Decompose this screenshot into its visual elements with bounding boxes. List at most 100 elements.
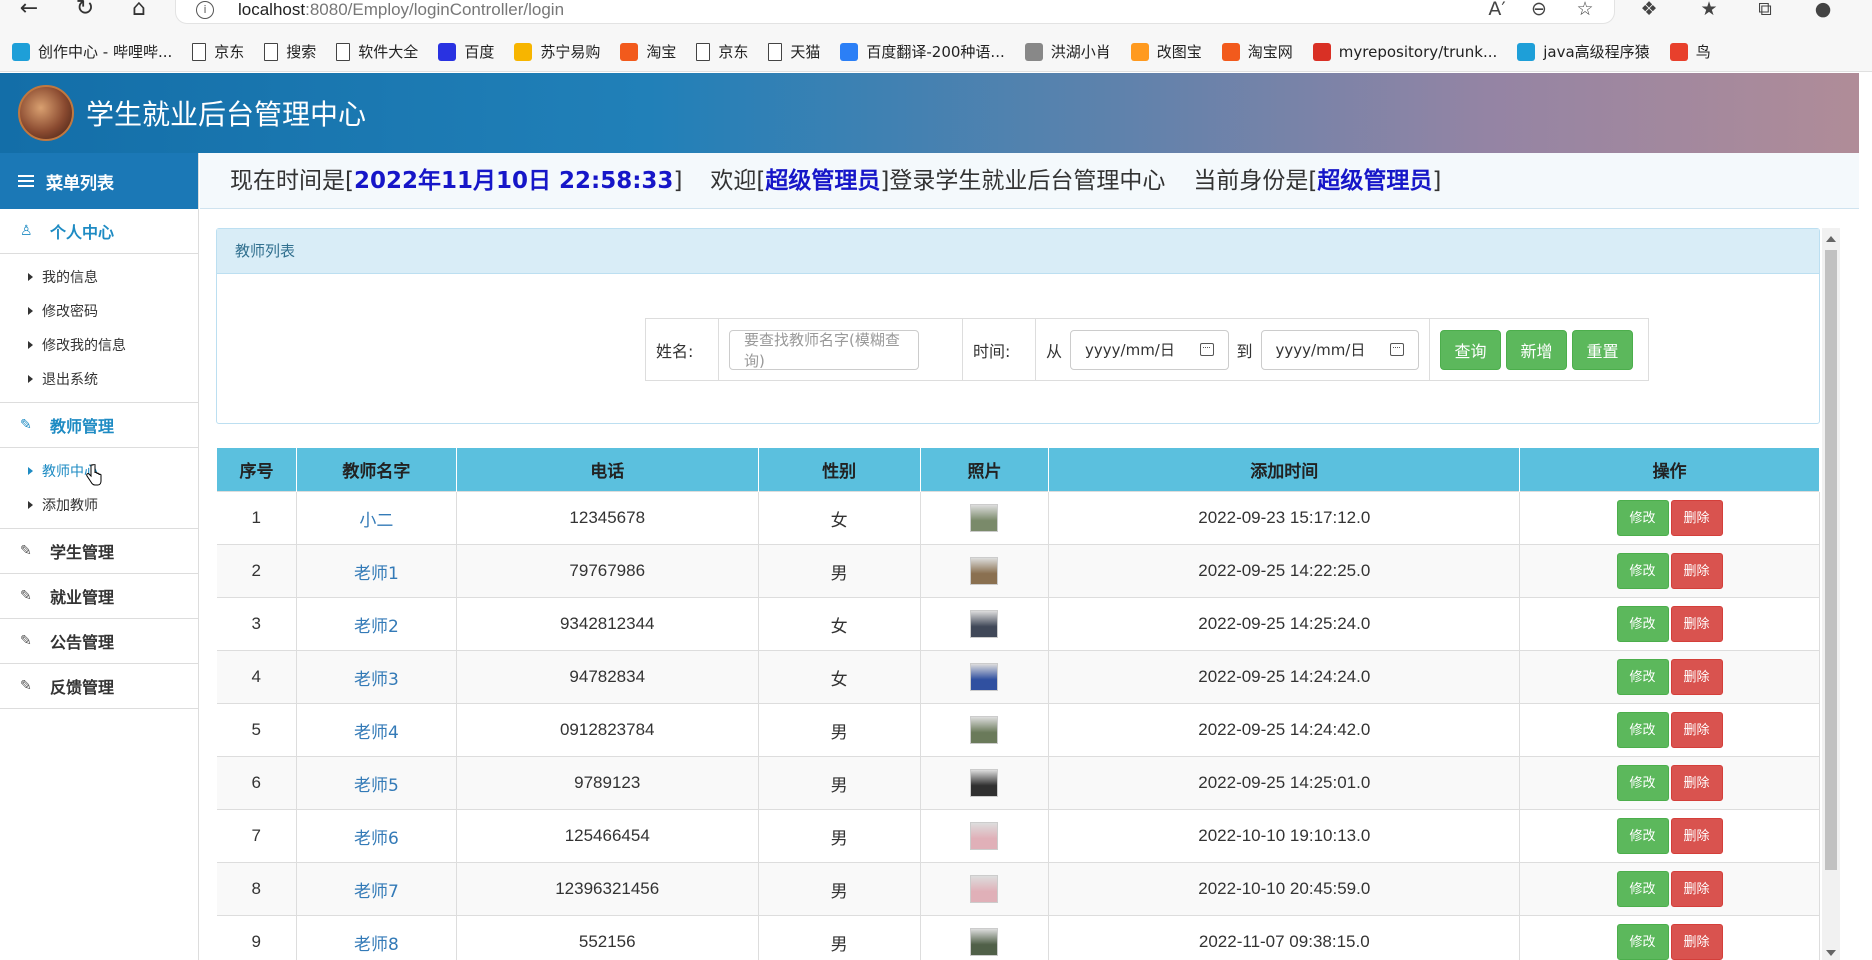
bilibili-icon: [1517, 42, 1536, 61]
address-bar[interactable]: i localhost:8080/Employ/loginController/…: [175, 0, 1615, 24]
row-number: 6: [216, 756, 297, 810]
delete-button[interactable]: 删除: [1670, 818, 1723, 854]
role-prefix: 当前身份是[: [1193, 168, 1318, 194]
sidebar-section-personal[interactable]: ♙ 个人中心: [0, 209, 198, 254]
teacher-name-link[interactable]: 老师7: [296, 862, 457, 916]
edit-button[interactable]: 修改: [1616, 765, 1669, 801]
delete-button[interactable]: 删除: [1670, 500, 1723, 536]
bookmark-item[interactable]: 苏宁易购: [514, 41, 600, 62]
teacher-phone: 125466454: [456, 809, 759, 863]
sidebar-section-announcement[interactable]: ✎ 公告管理: [0, 619, 198, 664]
time-suffix: ]: [673, 168, 683, 194]
collections-icon[interactable]: ⧉: [1752, 0, 1778, 22]
delete-button[interactable]: 删除: [1670, 606, 1723, 642]
section-label: 教师管理: [50, 417, 115, 436]
favorite-add-icon[interactable]: ☆: [1572, 0, 1598, 22]
bookmark-item[interactable]: 淘宝网: [1221, 41, 1293, 62]
teacher-name-link[interactable]: 老师3: [296, 650, 457, 704]
caret-right-icon: [28, 273, 33, 281]
edit-button[interactable]: 修改: [1616, 553, 1669, 589]
table-row: 5 老师4 0912823784 男 2022-09-25 14:24:42.0 修改 删除: [216, 703, 1820, 757]
teacher-photo: [970, 875, 999, 903]
sidebar-item-add-teacher[interactable]: 添加教师: [0, 488, 198, 522]
teacher-name-link[interactable]: 老师1: [296, 544, 457, 598]
bookmark-item[interactable]: java高级程序猿: [1517, 41, 1650, 62]
delete-button[interactable]: 删除: [1670, 553, 1723, 589]
url-text[interactable]: localhost:8080/Employ/loginController/lo…: [238, 0, 564, 20]
scroll-up-arrow-icon[interactable]: [1826, 236, 1836, 242]
sidebar-section-teacher[interactable]: ✎ 教师管理: [0, 403, 198, 448]
sidebar-item-edit-my-info[interactable]: 修改我的信息: [0, 328, 198, 362]
row-number: 4: [216, 650, 297, 704]
edit-button[interactable]: 修改: [1616, 712, 1669, 748]
delete-button[interactable]: 删除: [1670, 765, 1723, 801]
sidebar: 菜单列表 ♙ 个人中心 我的信息 修改密码 修改我的信息 退出系统 ✎ 教师管理…: [0, 153, 199, 960]
bookmark-item[interactable]: 软件大全: [336, 41, 418, 62]
profile-icon[interactable]: ●: [1810, 0, 1836, 22]
edit-button[interactable]: 修改: [1616, 659, 1669, 695]
bookmark-item[interactable]: 百度翻译-200种语...: [840, 41, 1005, 62]
end-date-input[interactable]: yyyy/mm/日: [1260, 329, 1419, 370]
scroll-thumb[interactable]: [1825, 250, 1837, 870]
column-header: 电话: [455, 447, 759, 492]
teacher-name-input[interactable]: 要查找教师名字(模糊查询): [729, 329, 920, 370]
home-icon[interactable]: ⌂: [124, 0, 154, 22]
delete-button[interactable]: 删除: [1670, 924, 1723, 960]
bookmark-item[interactable]: 创作中心 - 哔哩哔...: [12, 41, 172, 62]
query-button[interactable]: 查询: [1440, 329, 1501, 370]
edit-button[interactable]: 修改: [1616, 924, 1669, 960]
sidebar-item-change-password[interactable]: 修改密码: [0, 294, 198, 328]
reset-button[interactable]: 重置: [1572, 329, 1633, 370]
add-button[interactable]: 新增: [1506, 329, 1567, 370]
bookmark-item[interactable]: 百度: [438, 41, 494, 62]
row-number: 3: [216, 597, 297, 651]
teacher-phone: 79767986: [456, 544, 759, 598]
start-date-input[interactable]: yyyy/mm/日: [1070, 329, 1229, 370]
delete-button[interactable]: 删除: [1670, 871, 1723, 907]
back-arrow-icon[interactable]: ←: [14, 0, 44, 22]
teacher-name-link[interactable]: 小二: [296, 491, 457, 545]
bookmark-label: 创作中心 - 哔哩哔...: [38, 43, 173, 61]
table-row: 6 老师5 9789123 男 2022-09-25 14:25:01.0 修改 删除: [216, 756, 1820, 810]
teacher-name-link[interactable]: 老师4: [296, 703, 457, 757]
bookmark-item[interactable]: myrepository/trunk...: [1312, 42, 1497, 61]
sidebar-section-employment[interactable]: ✎ 就业管理: [0, 574, 198, 619]
sidebar-section-feedback[interactable]: ✎ 反馈管理: [0, 664, 198, 709]
sidebar-item-logout[interactable]: 退出系统: [0, 362, 198, 396]
teacher-photo: [970, 716, 999, 744]
page-scrollbar[interactable]: [1822, 228, 1840, 960]
column-header: 操作: [1519, 447, 1820, 492]
bookmark-item[interactable]: 鸟: [1669, 41, 1711, 62]
calendar-icon[interactable]: [1199, 343, 1214, 356]
teacher-name-link[interactable]: 老师6: [296, 809, 457, 863]
zoom-out-icon[interactable]: ⊖: [1526, 0, 1552, 22]
extensions-icon[interactable]: ❖: [1636, 0, 1662, 22]
info-icon[interactable]: i: [196, 1, 214, 19]
teacher-name-link[interactable]: 老师2: [296, 597, 457, 651]
bookmark-item[interactable]: 淘宝: [620, 41, 676, 62]
delete-button[interactable]: 删除: [1670, 712, 1723, 748]
actions-cell: 修改 删除: [1519, 862, 1820, 916]
bookmark-item[interactable]: 京东: [192, 41, 244, 62]
bookmark-item[interactable]: 改图宝: [1130, 41, 1202, 62]
bookmark-item[interactable]: 洪湖小肖: [1024, 41, 1111, 62]
calendar-icon[interactable]: [1390, 343, 1404, 356]
refresh-icon[interactable]: ↻: [70, 0, 100, 22]
teacher-name-link[interactable]: 老师8: [296, 915, 457, 960]
time-label: 时间:: [963, 319, 1036, 380]
baidu-icon: [438, 42, 457, 61]
bookmark-item[interactable]: 搜索: [264, 41, 316, 62]
bookmark-item[interactable]: 天猫: [768, 41, 820, 62]
scroll-down-arrow-icon[interactable]: [1826, 950, 1836, 956]
teacher-name-link[interactable]: 老师5: [296, 756, 457, 810]
read-aloud-icon[interactable]: A′: [1484, 0, 1510, 22]
sidebar-item-my-info[interactable]: 我的信息: [0, 260, 198, 294]
bookmark-item[interactable]: 京东: [696, 41, 748, 62]
edit-button[interactable]: 修改: [1616, 871, 1669, 907]
favorites-icon[interactable]: ★: [1696, 0, 1722, 22]
sidebar-section-student[interactable]: ✎ 学生管理: [0, 529, 198, 574]
edit-button[interactable]: 修改: [1616, 606, 1669, 642]
edit-button[interactable]: 修改: [1616, 500, 1669, 536]
delete-button[interactable]: 删除: [1670, 659, 1723, 695]
edit-button[interactable]: 修改: [1616, 818, 1669, 854]
